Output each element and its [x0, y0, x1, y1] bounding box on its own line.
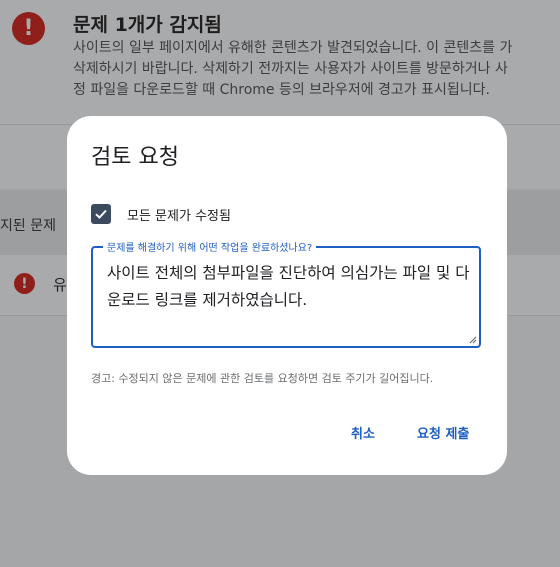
- submit-request-button[interactable]: 요청 제출: [417, 423, 469, 442]
- alert-circle-icon: !: [14, 273, 35, 294]
- cancel-button[interactable]: 취소: [351, 423, 375, 442]
- checkbox-label[interactable]: 모든 문제가 수정됨: [127, 205, 231, 224]
- issue-description-line: 삭제하시기 바랍니다. 삭제하기 전까지는 사용자가 사이트를 방문하거나 사: [73, 61, 508, 77]
- textarea-value[interactable]: 사이트 전체의 첨부파일을 진단하여 의심가는 파일 및 다운로드 링크를 제거…: [107, 260, 473, 314]
- resize-handle-icon[interactable]: [469, 336, 477, 344]
- issue-title: 문제 1개가 감지됨: [73, 14, 222, 36]
- all-issues-fixed-checkbox[interactable]: [91, 204, 111, 224]
- check-icon: [95, 209, 107, 219]
- issue-description: 사이트의 일부 페이지에서 유해한 콘텐츠가 발견되었습니다. 이 콘텐츠를 가…: [73, 38, 560, 101]
- alert-circle-icon: !: [12, 12, 45, 45]
- issue-row-label: 유: [53, 276, 67, 294]
- actions-taken-textarea[interactable]: 문제를 해결하기 위해 어떤 작업을 완료하셨나요? 사이트 전체의 첨부파일을…: [91, 239, 481, 348]
- review-request-dialog: 검토 요청 모든 문제가 수정됨 문제를 해결하기 위해 어떤 작업을 완료하셨…: [67, 116, 507, 475]
- dialog-title: 검토 요청: [91, 145, 179, 170]
- issue-description-line: 정 파일을 다운로드할 때 Chrome 등의 브라우저에 경고가 표시됩니다.: [73, 82, 490, 98]
- detected-issues-heading: 지된 문제: [0, 218, 56, 234]
- warning-hint: 경고: 수정되지 않은 문제에 관한 검토를 요청하면 검토 주기가 길어집니다…: [91, 372, 434, 385]
- textarea-label: 문제를 해결하기 위해 어떤 작업을 완료하셨나요?: [103, 239, 317, 254]
- issue-description-line: 사이트의 일부 페이지에서 유해한 콘텐츠가 발견되었습니다. 이 콘텐츠를 가: [73, 40, 513, 56]
